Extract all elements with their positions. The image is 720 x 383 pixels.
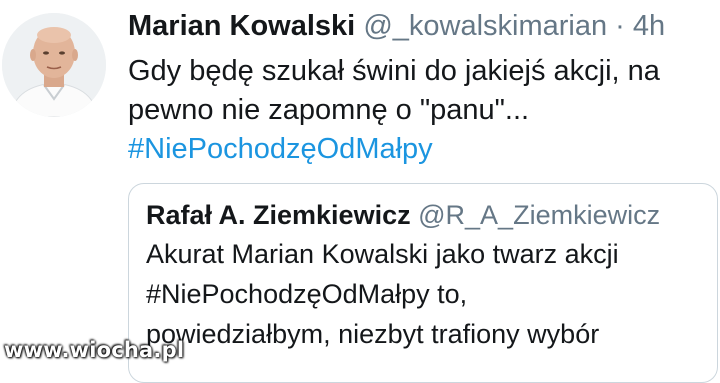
tweet-header: Marian Kowalski @_kowalskimarian · 4h	[128, 8, 665, 44]
quoted-tweet-header: Rafał A. Ziemkiewicz @R_A_Ziemkiewicz	[146, 198, 660, 232]
quoted-author-name: Rafał A. Ziemkiewicz	[146, 200, 411, 230]
quoted-text-line: Akurat Marian Kowalski jako twarz akcji	[146, 239, 619, 269]
quoted-text-line: powiedziałbym, niezbyt trafiony wybór	[146, 319, 600, 349]
person-portrait-avatar-icon	[2, 13, 106, 117]
tweet-text-line: Gdy będę szukał świni do jakiejś akcji, …	[128, 55, 660, 87]
quoted-text-line: #NiePochodzęOdMałpy to,	[146, 279, 468, 309]
separator-dot: ·	[615, 10, 625, 42]
quoted-author-handle: @R_A_Ziemkiewicz	[418, 200, 661, 230]
quoted-tweet-text: Akurat Marian Kowalski jako twarz akcji …	[146, 234, 619, 354]
quoted-tweet-card[interactable]: Rafał A. Ziemkiewicz @R_A_Ziemkiewicz Ak…	[128, 183, 718, 383]
watermark: www.wiocha.pl	[4, 338, 185, 362]
timestamp[interactable]: 4h	[633, 10, 665, 42]
author-handle[interactable]: @_kowalskimarian	[363, 10, 607, 42]
avatar[interactable]	[2, 13, 106, 117]
hashtag-link[interactable]: #NiePochodzęOdMałpy	[128, 130, 708, 169]
author-name[interactable]: Marian Kowalski	[128, 10, 355, 42]
tweet-text: Gdy będę szukał świni do jakiejś akcji, …	[128, 52, 708, 169]
tweet-text-line: pewno nie zapomnę o "panu"...	[128, 94, 530, 126]
